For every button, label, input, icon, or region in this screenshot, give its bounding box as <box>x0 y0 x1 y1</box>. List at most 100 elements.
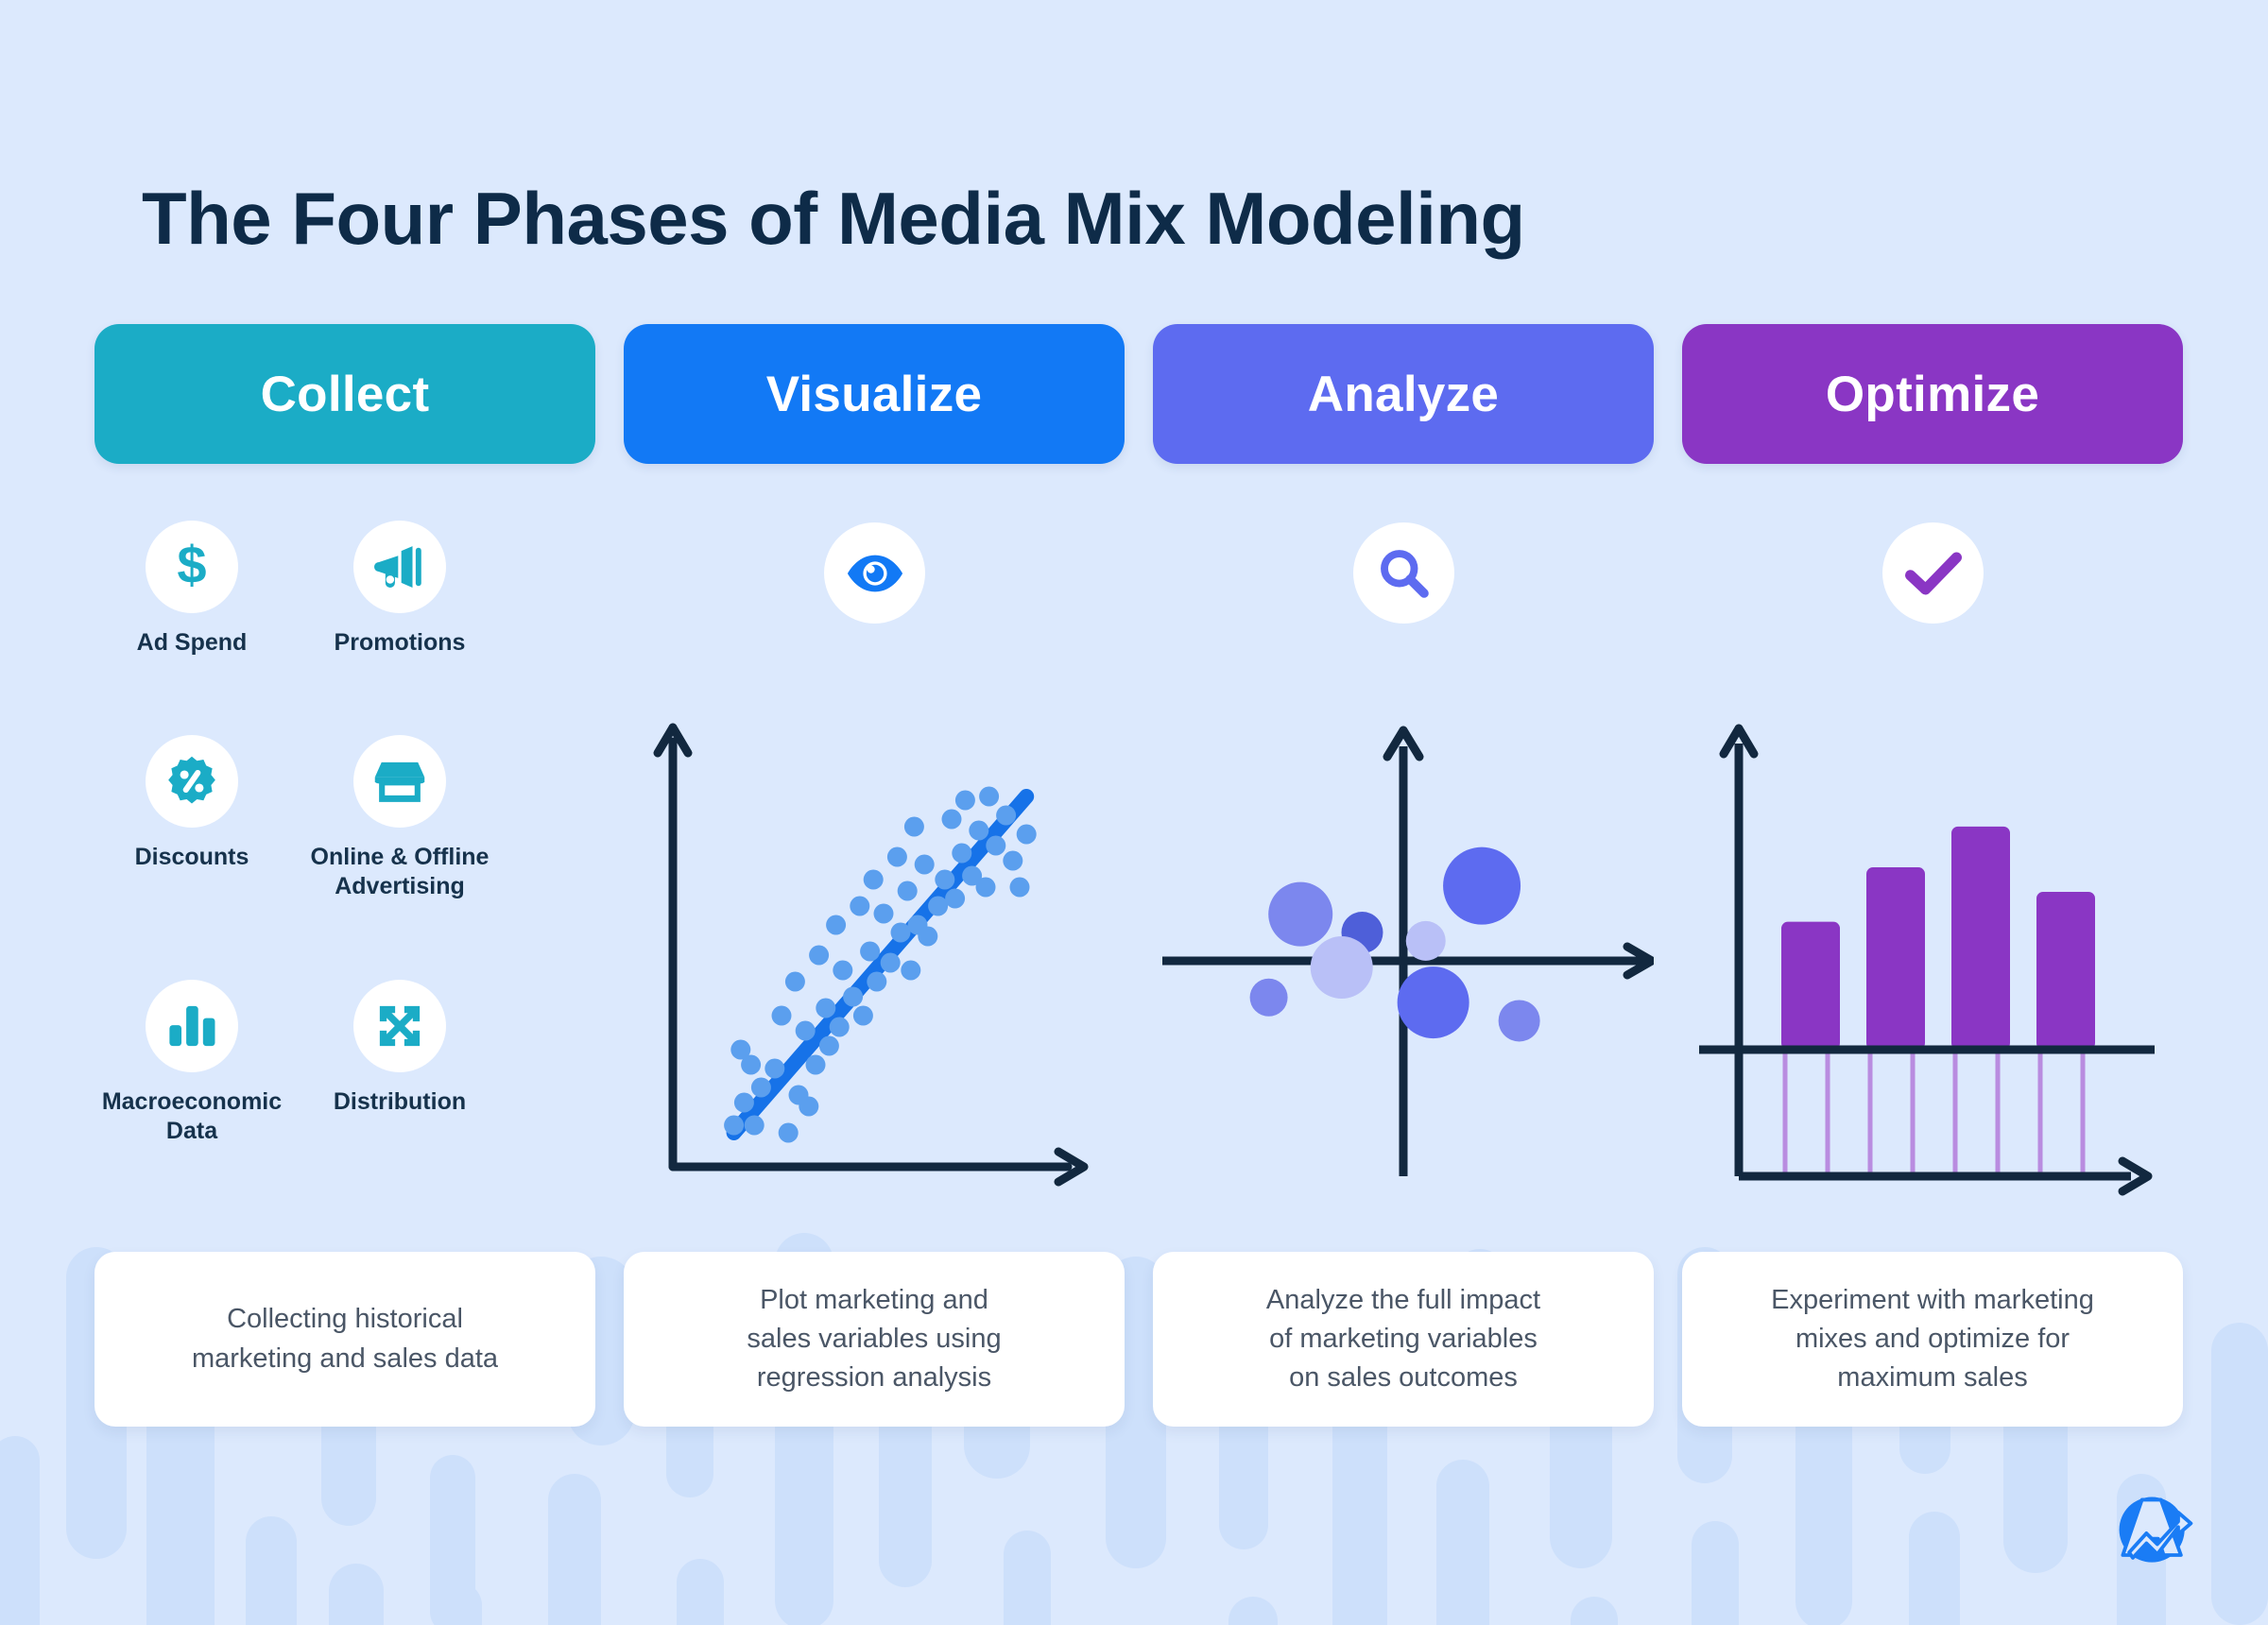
bubble-point <box>1498 1000 1540 1042</box>
scatter-point <box>969 820 989 841</box>
scatter-point <box>799 1096 819 1117</box>
svg-text:$: $ <box>177 540 206 593</box>
scatter-point <box>744 1115 765 1136</box>
phase-label: Visualize <box>765 366 983 422</box>
scatter-point <box>850 896 870 916</box>
collect-item-online-offline-advertising[interactable]: Online & Offline Advertising <box>282 735 518 900</box>
scatter-point <box>897 881 918 901</box>
bubble-points <box>1249 847 1540 1042</box>
collect-item-label: Online & Offline Advertising <box>310 844 490 899</box>
bar-chart-plot <box>1699 724 2155 1196</box>
bubble-point <box>1268 881 1333 947</box>
phase-description-card-optimize: Experiment with marketing mixes and opti… <box>1682 1252 2183 1427</box>
phase-header-optimize[interactable]: Optimize <box>1682 324 2183 464</box>
dollar-icon: $ <box>177 540 206 593</box>
bar-reflection-lines <box>1782 1050 2086 1173</box>
scatter-point <box>945 888 966 909</box>
phase-label: Analyze <box>1307 366 1500 422</box>
bar <box>1781 921 1840 1050</box>
phase-description-card-visualize: Plot marketing and sales variables using… <box>624 1252 1125 1427</box>
scatter-point <box>918 926 938 947</box>
bar <box>1951 826 2010 1050</box>
scatter-point <box>730 1039 751 1060</box>
bar-chart-icon <box>169 1005 215 1047</box>
bubble-point <box>1405 920 1446 961</box>
scatter-point <box>778 1122 799 1143</box>
analytics-arrow-logo[interactable] <box>2109 1487 2200 1578</box>
scatter-point <box>901 960 921 981</box>
scatter-point <box>935 869 955 890</box>
eye-icon <box>847 555 902 591</box>
collect-item-discounts[interactable]: Discounts <box>74 735 310 872</box>
scatter-point <box>903 816 924 837</box>
icon-badge <box>146 980 238 1072</box>
phase-description-text: Collecting historical marketing and sale… <box>191 1304 499 1374</box>
storefront-icon <box>374 761 425 802</box>
scatter-point <box>860 941 881 962</box>
scatter-point <box>1016 824 1037 845</box>
quadrant-bubble-plot <box>1162 726 1657 1176</box>
collect-item-label: Ad Spend <box>136 629 248 656</box>
collect-item-label: Promotions <box>334 629 466 656</box>
collect-item-label: Discounts <box>134 844 249 870</box>
scatter-point <box>863 869 884 890</box>
scatter-point <box>765 1058 785 1079</box>
visualize-scatter-chart <box>624 704 1125 1214</box>
phase-header-analyze[interactable]: Analyze <box>1153 324 1654 464</box>
scatter-point <box>750 1077 771 1098</box>
phase-column-optimize: Optimize Experiment with marketing mixes… <box>1682 0 2183 1625</box>
bubble-point <box>1310 936 1373 1000</box>
magnifier-icon <box>1380 549 1429 598</box>
phase-column-analyze: Analyze Analyze the full impact of marke… <box>1153 0 1657 1625</box>
collect-item-ad-spend[interactable]: $ Ad Spend <box>74 521 310 658</box>
icon-badge <box>353 980 446 1072</box>
phase-icon-badge-visualize <box>824 522 925 624</box>
scatter-regression-plot <box>653 723 1089 1187</box>
scatter-point <box>809 945 830 966</box>
four-way-arrows-icon <box>379 1005 421 1047</box>
phase-description-text: Experiment with marketing mixes and opti… <box>1771 1284 2094 1394</box>
optimize-bar-chart <box>1682 704 2183 1214</box>
phase-label: Collect <box>260 366 430 422</box>
phase-description-text: Plot marketing and sales variables using… <box>747 1284 1002 1394</box>
scatter-point <box>928 896 949 916</box>
scatter-point <box>829 1017 850 1037</box>
chart-axes <box>1162 746 1644 1176</box>
collect-item-promotions[interactable]: Promotions <box>282 521 518 658</box>
bubble-point <box>1397 966 1469 1039</box>
scatter-point <box>867 971 887 992</box>
scatter-point <box>826 915 847 935</box>
scatter-point <box>880 952 901 973</box>
collect-item-label: Macroeconomic Data <box>101 1088 283 1144</box>
icon-badge: $ <box>146 521 238 613</box>
scatter-point <box>816 998 836 1018</box>
phase-column-visualize: Visualize Plot marketing and sales varia… <box>624 0 1125 1625</box>
scatter-point <box>852 1005 873 1026</box>
scatter-point <box>771 1005 792 1026</box>
phase-description-card-analyze: Analyze the full impact of marketing var… <box>1153 1252 1654 1427</box>
icon-badge <box>353 521 446 613</box>
phase-column-collect: Collect $ Ad Spend Promotions Discounts … <box>94 0 595 1625</box>
scatter-point <box>833 960 853 981</box>
analyze-quadrant-chart <box>1153 704 1657 1214</box>
scatter-point <box>886 847 907 867</box>
scatter-point <box>941 809 962 830</box>
scatter-point <box>805 1054 826 1075</box>
scatter-point <box>733 1092 754 1113</box>
collect-item-macroeconomic-data[interactable]: Macroeconomic Data <box>74 980 310 1145</box>
phase-icon-badge-optimize <box>1882 522 1984 624</box>
phase-header-visualize[interactable]: Visualize <box>624 324 1125 464</box>
bubble-point <box>1249 978 1288 1017</box>
collect-item-distribution[interactable]: Distribution <box>282 980 518 1117</box>
regression-line <box>726 789 1035 1140</box>
scatter-point <box>784 971 805 992</box>
phase-header-collect[interactable]: Collect <box>94 324 595 464</box>
bar-series <box>1781 826 2095 1050</box>
scatter-point <box>1003 850 1023 871</box>
scatter-point <box>843 986 864 1007</box>
icon-badge <box>146 735 238 828</box>
percent-badge-icon <box>168 756 215 804</box>
scatter-point <box>914 854 935 875</box>
scatter-point <box>890 922 911 943</box>
scatter-point <box>873 903 894 924</box>
